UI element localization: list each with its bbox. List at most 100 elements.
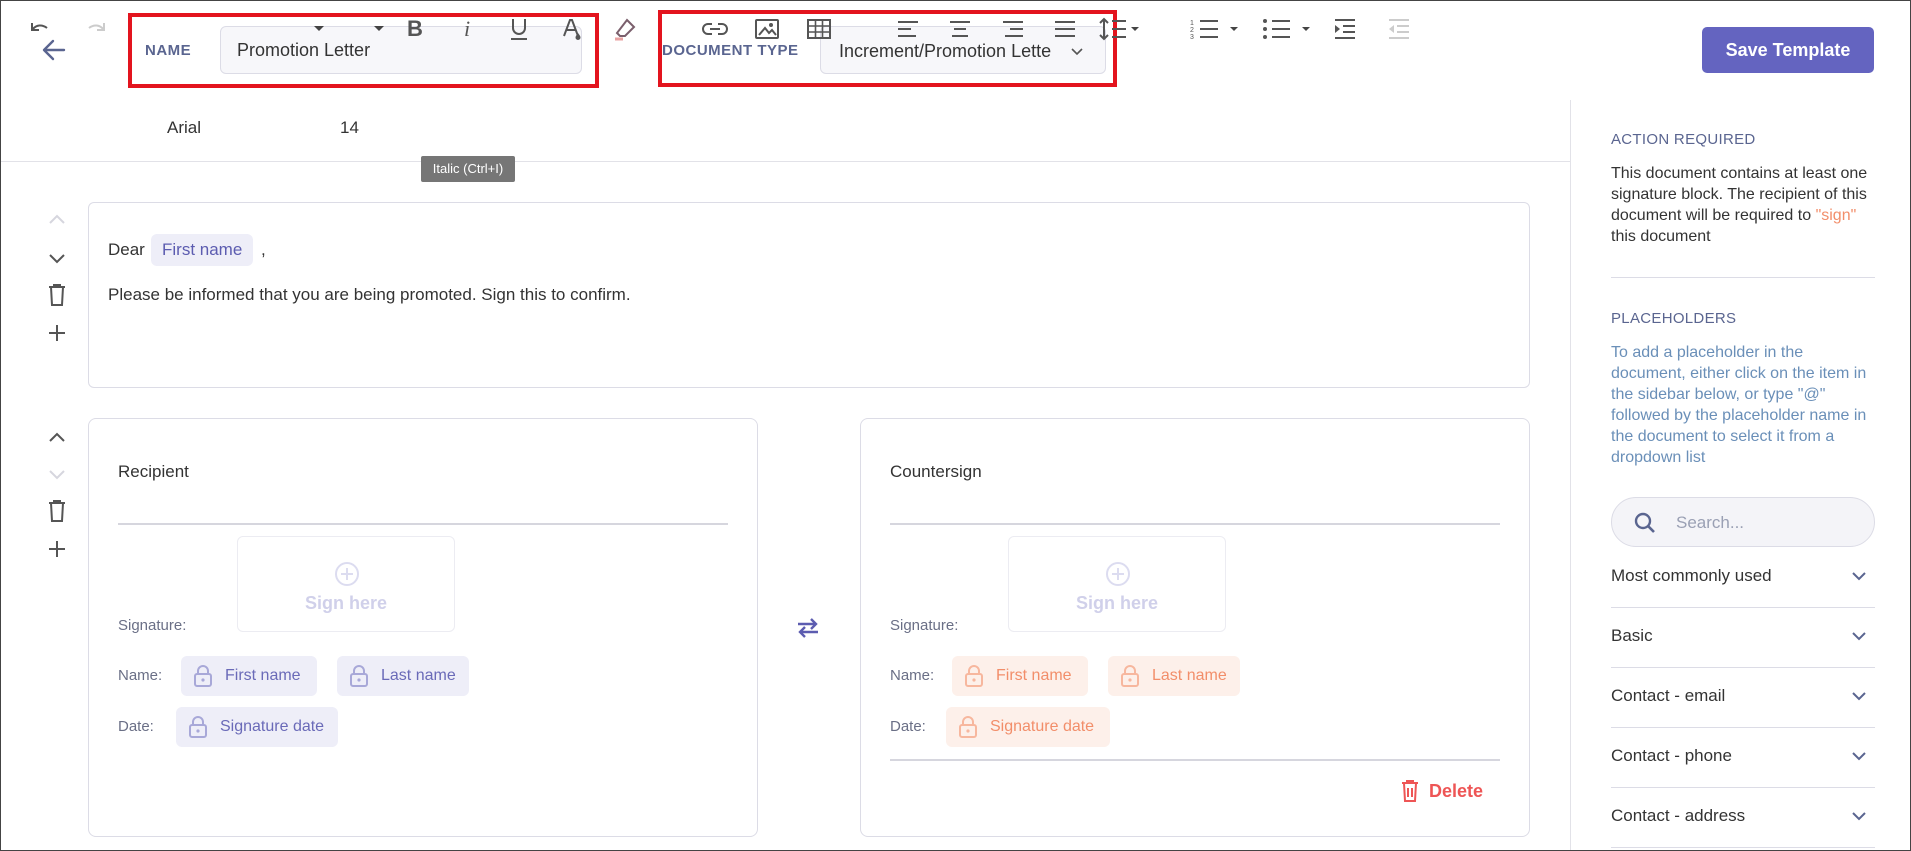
bullet-list-icon[interactable]: [1262, 14, 1314, 44]
line-height-icon[interactable]: [1098, 14, 1142, 44]
save-template-button[interactable]: Save Template: [1702, 27, 1874, 73]
lock-icon: [194, 665, 212, 687]
outdent-icon[interactable]: [1384, 14, 1414, 44]
countersign-bottom-divider: [890, 759, 1500, 761]
font-family-caret-icon[interactable]: [312, 14, 326, 44]
image-icon[interactable]: [752, 14, 782, 44]
chevron-down-icon: [1852, 692, 1866, 701]
group-label: Contact - address: [1611, 806, 1746, 825]
swap-icon[interactable]: [794, 614, 822, 647]
sign-here-text: Sign here: [1075, 593, 1159, 613]
first-name-placeholder-chip[interactable]: First name: [151, 234, 254, 266]
numbered-list-icon[interactable]: 123: [1190, 14, 1242, 44]
search-icon: [1634, 512, 1655, 533]
greeting-text: Dear: [108, 240, 145, 259]
table-icon[interactable]: [804, 14, 834, 44]
text-color-icon[interactable]: [556, 14, 586, 44]
group-label: Contact - phone: [1611, 746, 1732, 765]
countersign-sign-here-box[interactable]: Sign here: [1008, 536, 1226, 632]
trash-icon: [1402, 780, 1418, 802]
letter-body-text: Please be informed that you are being pr…: [108, 285, 631, 304]
move-up-icon[interactable]: [48, 430, 66, 448]
group-label: Most commonly used: [1611, 566, 1772, 585]
italic-tooltip: Italic (Ctrl+I): [421, 156, 515, 182]
svg-text:3: 3: [1190, 34, 1194, 40]
greeting-comma: ,: [261, 240, 266, 259]
placeholders-help-text: To add a placeholder in the document, ei…: [1611, 344, 1867, 466]
chip-text: Signature date: [990, 718, 1095, 735]
font-family-select[interactable]: Arial: [167, 118, 201, 138]
action-text-part-2: this document: [1611, 228, 1711, 245]
svg-text:1: 1: [1190, 20, 1194, 27]
indent-icon[interactable]: [1330, 14, 1360, 44]
action-required-heading: ACTION REQUIRED: [1611, 131, 1756, 148]
lock-icon: [965, 665, 983, 687]
group-label: Contact - email: [1611, 686, 1726, 705]
font-size-caret-icon[interactable]: [372, 14, 386, 44]
document-type-label: DOCUMENT TYPE: [662, 42, 799, 59]
recipient-signature-date-chip[interactable]: Signature date: [176, 707, 338, 747]
countersign-last-name-chip[interactable]: Last name: [1108, 656, 1240, 696]
group-contact-phone[interactable]: Contact - phone: [1611, 728, 1875, 788]
chevron-down-icon: [1852, 752, 1866, 761]
chevron-down-icon: [1852, 572, 1866, 581]
countersign-signature-date-chip[interactable]: Signature date: [946, 707, 1110, 747]
placeholders-heading: PLACEHOLDERS: [1611, 310, 1737, 327]
action-required-text: This document contains at least one sign…: [1611, 163, 1876, 247]
redo-icon[interactable]: [80, 14, 110, 44]
editor-toolbar: [0, 100, 1570, 162]
trash-icon[interactable]: [48, 500, 66, 527]
delete-countersign-button[interactable]: Delete: [1401, 780, 1483, 802]
lock-icon: [1121, 665, 1139, 687]
link-icon[interactable]: [700, 14, 730, 44]
countersign-title: Countersign: [890, 462, 982, 481]
date-label: Date:: [890, 718, 926, 735]
move-down-icon[interactable]: [48, 468, 66, 486]
name-label: NAME: [145, 42, 192, 59]
countersign-first-name-chip[interactable]: First name: [952, 656, 1088, 696]
sidebar-divider: [1611, 277, 1875, 278]
add-block-icon[interactable]: [48, 540, 66, 563]
countersign-divider: [890, 523, 1500, 525]
signature-label: Signature:: [890, 617, 959, 634]
group-basic[interactable]: Basic: [1611, 608, 1875, 668]
group-most-commonly-used[interactable]: Most commonly used: [1611, 548, 1875, 608]
chip-text: First name: [225, 667, 301, 684]
chip-text: Signature date: [220, 718, 325, 735]
search-input[interactable]: [1676, 510, 1856, 536]
trash-icon[interactable]: [48, 284, 66, 311]
date-label: Date:: [118, 718, 154, 735]
align-center-icon[interactable]: [945, 14, 975, 44]
add-block-icon[interactable]: [48, 324, 66, 347]
underline-icon[interactable]: [504, 14, 534, 44]
chip-text: Last name: [381, 667, 456, 684]
font-size-select[interactable]: 14: [340, 118, 359, 138]
bold-icon[interactable]: B: [400, 14, 430, 44]
align-left-icon[interactable]: [893, 14, 923, 44]
highlight-icon[interactable]: [610, 14, 640, 44]
recipient-title: Recipient: [118, 462, 189, 481]
recipient-first-name-chip[interactable]: First name: [181, 656, 317, 696]
name-label: Name:: [890, 667, 935, 684]
placeholder-search[interactable]: [1611, 497, 1875, 547]
group-label: Basic: [1611, 626, 1653, 645]
undo-icon[interactable]: [26, 14, 56, 44]
name-label: Name:: [118, 667, 163, 684]
move-up-icon[interactable]: [48, 212, 66, 230]
chip-text: Last name: [1152, 667, 1227, 684]
move-down-icon[interactable]: [48, 252, 66, 270]
group-contact-email[interactable]: Contact - email: [1611, 668, 1875, 728]
chevron-down-icon: [1852, 632, 1866, 641]
sign-here-text: Sign here: [304, 593, 388, 613]
italic-icon[interactable]: i: [452, 14, 482, 44]
align-right-icon[interactable]: [998, 14, 1028, 44]
group-contact-address[interactable]: Contact - address: [1611, 788, 1875, 848]
recipient-divider: [118, 523, 728, 525]
chip-text: First name: [996, 667, 1072, 684]
recipient-last-name-chip[interactable]: Last name: [337, 656, 469, 696]
lock-icon: [189, 716, 207, 738]
align-justify-icon[interactable]: [1050, 14, 1080, 44]
recipient-sign-here-box[interactable]: Sign here: [237, 536, 455, 632]
sign-word: "sign": [1815, 207, 1857, 224]
delete-label: Delete: [1429, 780, 1484, 801]
